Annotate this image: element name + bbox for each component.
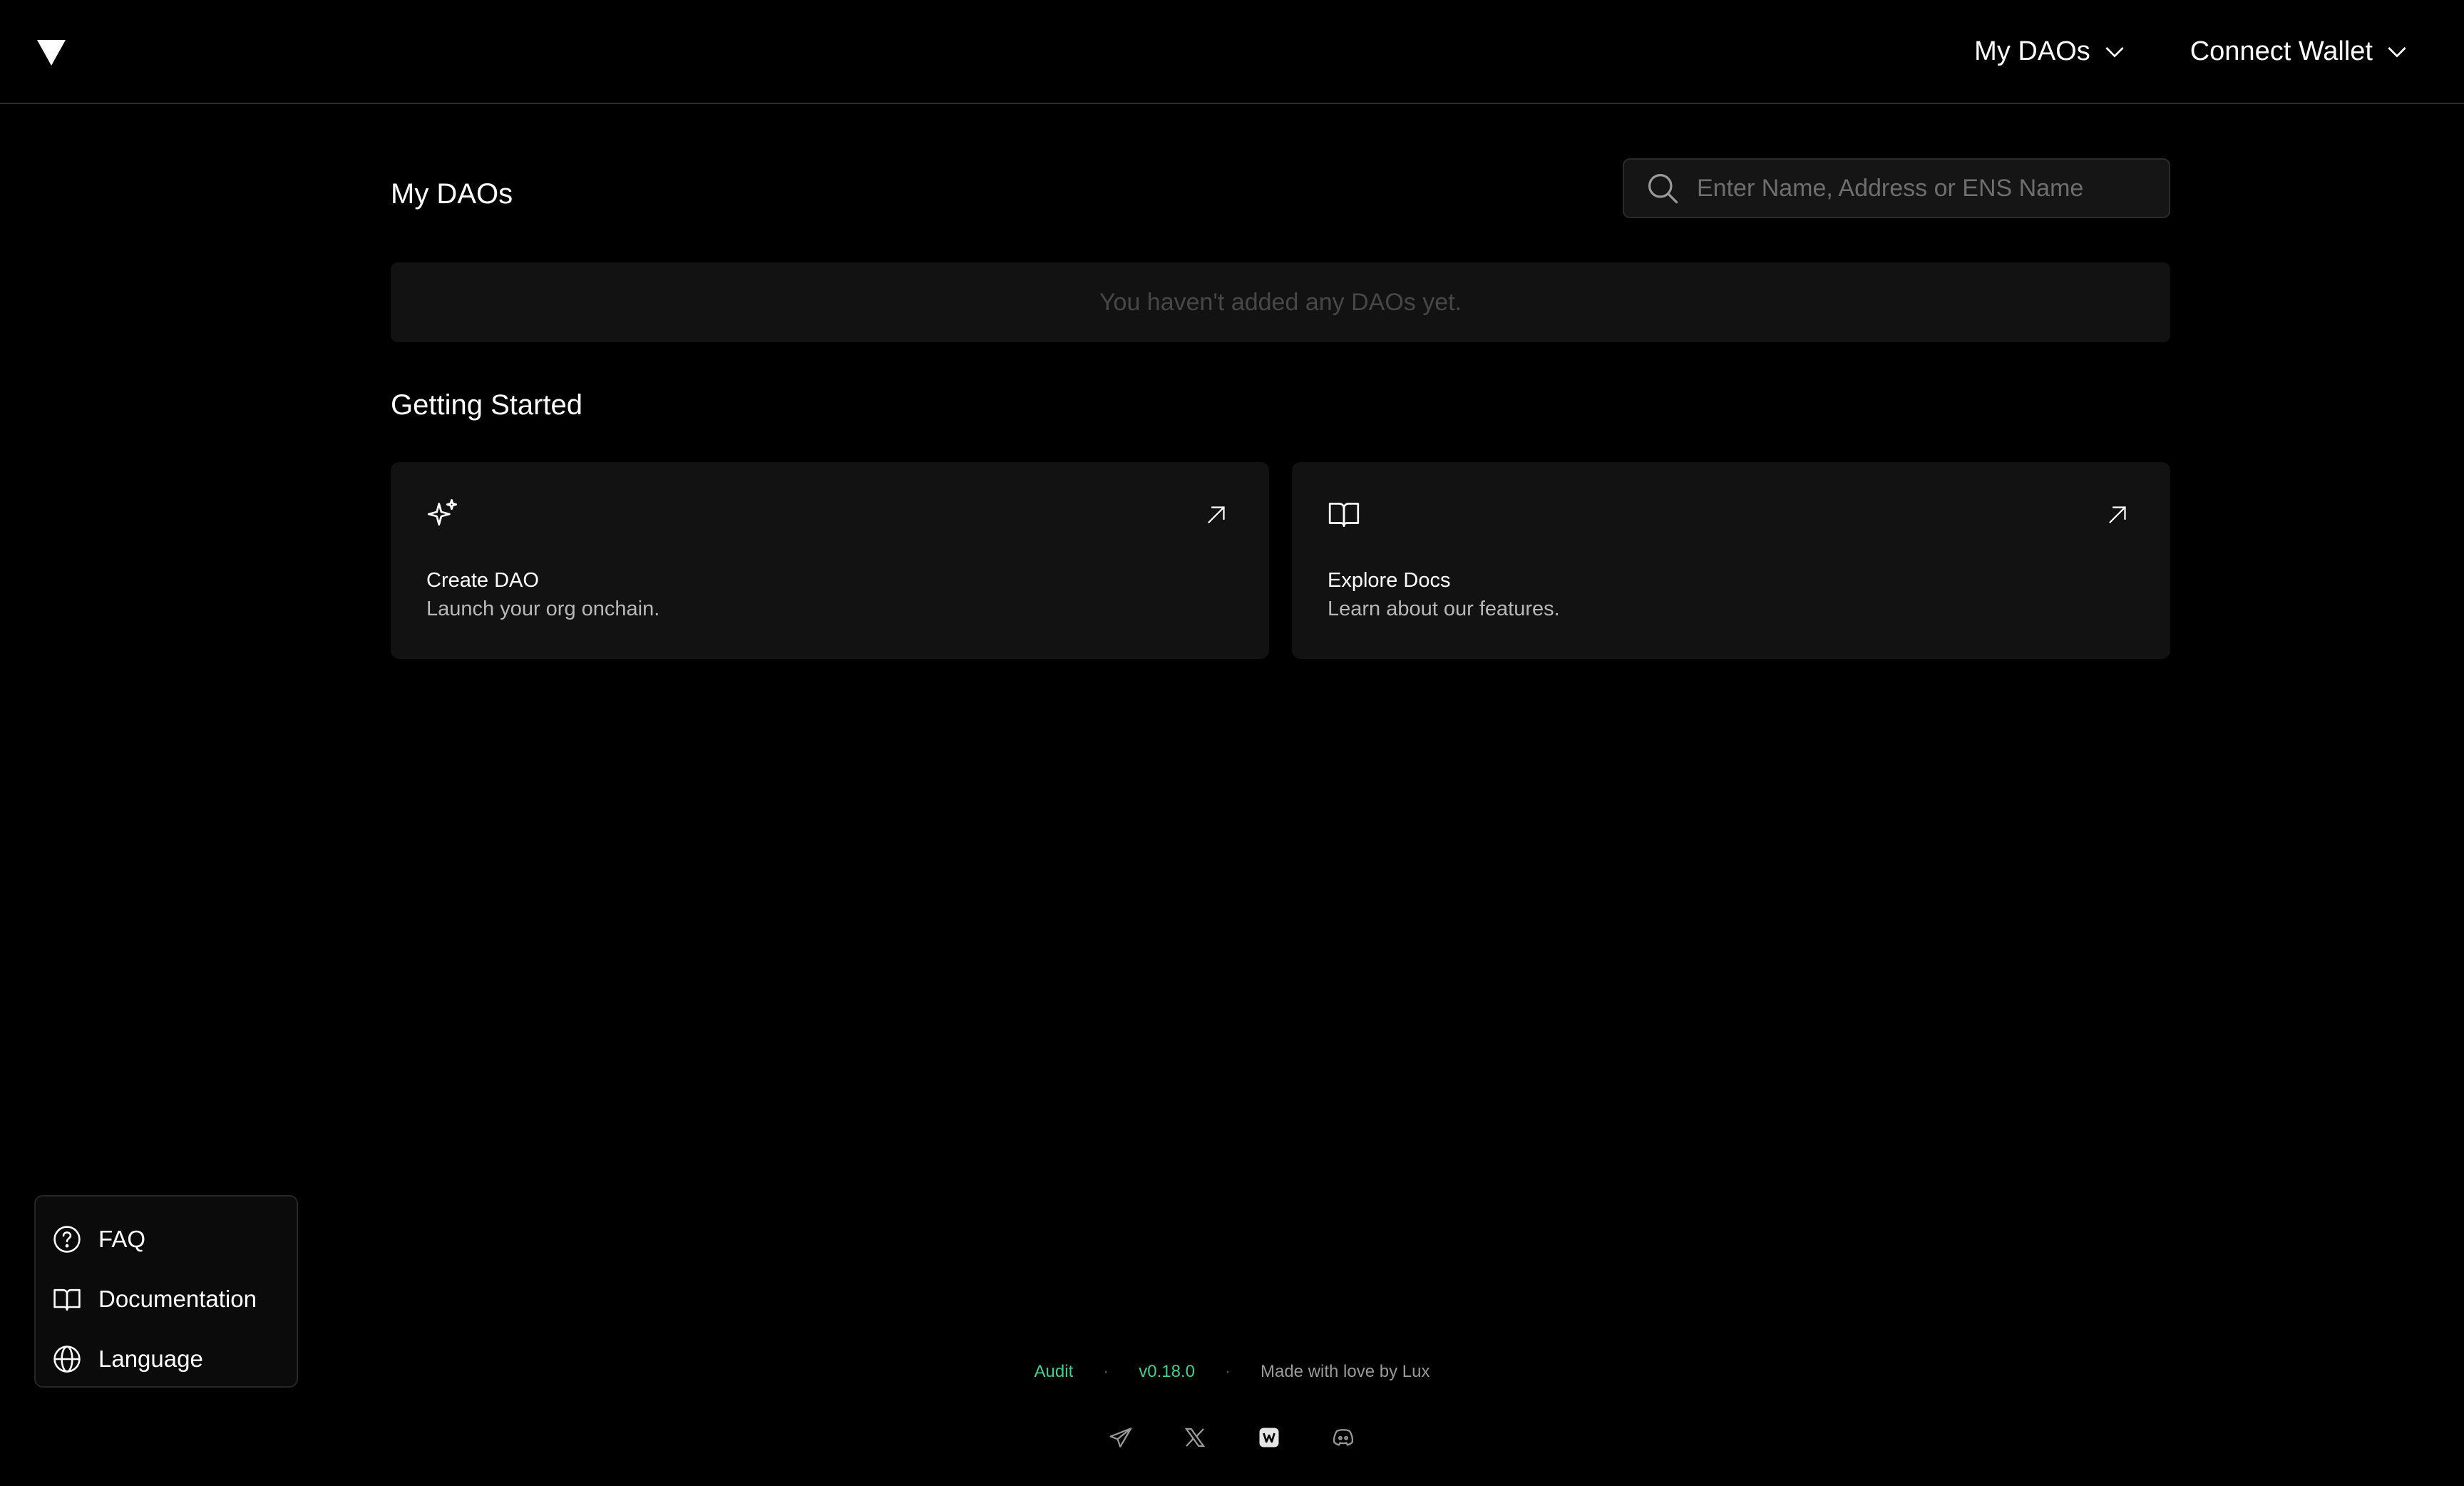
- dao-search-input[interactable]: [1695, 173, 2152, 203]
- help-item-label: FAQ: [98, 1226, 146, 1252]
- footer-social-links: [0, 1425, 2464, 1450]
- footer-separator: ·: [1224, 1362, 1231, 1381]
- discord-icon[interactable]: [1330, 1425, 1356, 1450]
- chevron-down-icon: [2105, 47, 2124, 58]
- help-item-label: Documentation: [98, 1286, 257, 1312]
- book-icon: [53, 1288, 81, 1311]
- my-daos-dropdown-label: My DAOs: [1974, 36, 2090, 66]
- connect-wallet-button[interactable]: Connect Wallet: [2190, 36, 2411, 67]
- top-nav-actions: My DAOs Connect Wallet: [1974, 0, 2411, 103]
- getting-started-cards: Create DAO Launch your org onchain. Expl…: [391, 462, 2170, 659]
- getting-started-title: Getting Started: [391, 389, 583, 421]
- help-item-documentation[interactable]: Documentation: [36, 1269, 297, 1329]
- top-navigation-bar: My DAOs Connect Wallet: [0, 0, 2464, 104]
- question-circle-icon: [53, 1226, 81, 1253]
- empty-daos-message-box: You haven't added any DAOs yet.: [391, 262, 2170, 342]
- book-icon: [1328, 503, 1360, 528]
- card-title: Explore Docs: [1328, 569, 1451, 592]
- connect-wallet-label: Connect Wallet: [2190, 36, 2373, 66]
- arrow-up-right-icon: [1208, 506, 1225, 523]
- help-menu-panel: FAQ Documentation Language: [34, 1195, 298, 1388]
- telegram-icon[interactable]: [1108, 1425, 1134, 1450]
- footer-separator: ·: [1103, 1362, 1109, 1381]
- empty-daos-message: You haven't added any DAOs yet.: [1099, 288, 1462, 316]
- create-dao-card[interactable]: Create DAO Launch your org onchain.: [391, 462, 1269, 659]
- search-icon: [1648, 173, 1678, 204]
- audit-link[interactable]: Audit: [1035, 1362, 1074, 1382]
- my-daos-dropdown-button[interactable]: My DAOs: [1974, 36, 2129, 67]
- chevron-down-icon: [2388, 47, 2406, 58]
- card-description: Launch your org onchain.: [426, 598, 660, 620]
- card-description: Learn about our features.: [1328, 598, 1560, 620]
- arrow-up-right-icon: [2109, 506, 2126, 523]
- warpcast-icon[interactable]: [1256, 1425, 1282, 1450]
- sparkles-icon: [427, 498, 458, 526]
- help-item-faq[interactable]: FAQ: [36, 1209, 297, 1269]
- x-icon[interactable]: [1182, 1425, 1208, 1450]
- made-with-love-text: Made with love by Lux: [1260, 1362, 1430, 1381]
- footer-links: Audit · v0.18.0 · Made with love by Lux: [0, 1362, 2464, 1382]
- version-link[interactable]: v0.18.0: [1139, 1362, 1195, 1382]
- explore-docs-card[interactable]: Explore Docs Learn about our features.: [1292, 462, 2170, 659]
- my-daos-title: My DAOs: [391, 178, 513, 210]
- triangle-logo-icon[interactable]: [36, 39, 67, 67]
- dao-search-field[interactable]: [1623, 158, 2170, 218]
- card-title: Create DAO: [426, 569, 539, 592]
